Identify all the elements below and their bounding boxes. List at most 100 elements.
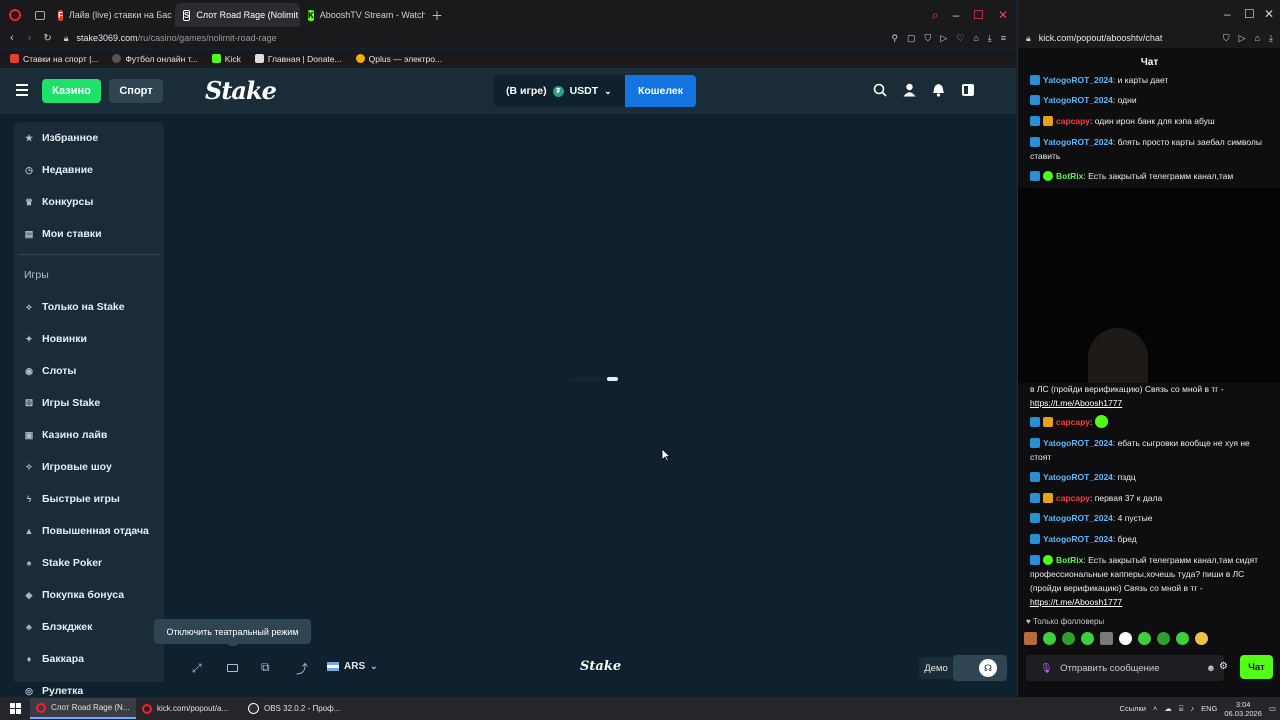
sidebar-toggle-icon[interactable] xyxy=(962,84,974,96)
chat-link[interactable]: https://t.me/Aboosh1777 xyxy=(1030,398,1122,408)
chat-username[interactable]: BotRix xyxy=(1056,171,1083,181)
search-icon[interactable] xyxy=(873,83,887,97)
currency-selector[interactable]: ARS ⌄ xyxy=(327,661,378,672)
chat-link[interactable]: https://t.me/Aboosh1777 xyxy=(1030,597,1122,607)
sidebar-item-roulette[interactable]: ◎ Рулетка xyxy=(14,675,164,697)
sidebar-item-contests[interactable]: ♛ Конкурсы xyxy=(14,186,164,218)
bookmark-1[interactable]: Ставки на спорт |... xyxy=(10,54,98,64)
sidebar-item-quick-games[interactable]: ϟ Быстрые игры xyxy=(14,483,164,515)
game-frame[interactable] xyxy=(175,114,1016,646)
stats-icon[interactable]: ⧉ xyxy=(261,660,270,675)
pin-icon[interactable]: ⚲ xyxy=(891,33,898,44)
workspaces-button[interactable] xyxy=(30,10,50,20)
notifications-icon[interactable]: ▭ xyxy=(1269,704,1276,713)
bookmark-2[interactable]: Футбол онлайн т... xyxy=(112,54,198,64)
chat-username[interactable]: YatogoROT_2024 xyxy=(1043,137,1113,147)
hamburger-menu-icon[interactable] xyxy=(16,84,28,96)
chat-username[interactable]: YatogoROT_2024 xyxy=(1043,75,1113,85)
minimize-button[interactable]: – xyxy=(952,8,959,22)
emote-icon[interactable] xyxy=(1062,632,1075,645)
fullscreen-icon[interactable]: ⤢ xyxy=(192,661,202,676)
minimize-button[interactable]: – xyxy=(1224,7,1231,21)
emote-icon[interactable] xyxy=(1138,632,1151,645)
shield-icon[interactable]: ⛉ xyxy=(1223,33,1230,44)
emote-icon[interactable] xyxy=(1157,632,1170,645)
emote-icon[interactable] xyxy=(1043,632,1056,645)
sidebar-item-new[interactable]: ✦ Новинки xyxy=(14,323,164,355)
clock[interactable]: 3:04 06.03.2026 xyxy=(1224,700,1262,718)
bookmark-3[interactable]: Kick xyxy=(211,54,241,64)
onedrive-icon[interactable]: ☁ xyxy=(1164,704,1172,713)
network-icon[interactable]: ⌸ xyxy=(1179,704,1184,714)
taskbar-item-kick[interactable]: kick.com/popout/a... xyxy=(136,698,242,719)
theatre-mode-icon[interactable] xyxy=(227,664,238,672)
taskbar-item-stake[interactable]: Слот Road Rage (N... xyxy=(30,698,136,719)
tab-stake[interactable]: S Слот Road Rage (Nolimit C xyxy=(175,3,300,27)
demo-toggle[interactable]: ☊ xyxy=(953,655,1007,681)
bookmark-4[interactable]: Главная | Donate... xyxy=(254,54,342,64)
emote-icon[interactable] xyxy=(1119,632,1132,645)
bookmark-5[interactable]: Qplus — электро... xyxy=(355,54,442,64)
sidebar-item-game-shows[interactable]: ✧ Игровые шоу xyxy=(14,451,164,483)
menu-icon[interactable]: ≡ xyxy=(1001,33,1006,44)
bell-icon[interactable] xyxy=(932,83,945,97)
chat-username[interactable]: YatogoROT_2024 xyxy=(1043,534,1113,544)
emoji-icon[interactable]: ☻ xyxy=(1206,663,1216,674)
chat-username[interactable]: YatogoROT_2024 xyxy=(1043,438,1113,448)
extensions-icon[interactable]: ⌂ xyxy=(1255,33,1260,44)
back-icon[interactable]: ‹ xyxy=(10,32,14,44)
chat-username[interactable]: capcapy xyxy=(1056,493,1090,503)
gear-icon[interactable]: ⚙ xyxy=(1219,661,1228,672)
close-button[interactable]: ✕ xyxy=(1264,7,1274,21)
microphone-icon[interactable]: 🎙︎ xyxy=(1040,663,1052,674)
sidebar-item-live-casino[interactable]: ▣ Казино лайв xyxy=(14,419,164,451)
chat-username[interactable]: YatogoROT_2024 xyxy=(1043,472,1113,482)
play-icon[interactable]: ▷ xyxy=(940,33,947,44)
sidebar-item-high-rtp[interactable]: ▲ Повышенная отдача xyxy=(14,515,164,547)
sport-button[interactable]: Спорт xyxy=(109,79,163,103)
sidebar-item-my-bets[interactable]: ▤ Мои ставки xyxy=(14,218,164,250)
sidebar-item-stake-poker[interactable]: ♠ Stake Poker xyxy=(14,547,164,579)
language-indicator[interactable]: ENG xyxy=(1201,704,1217,713)
chat-username[interactable]: YatogoROT_2024 xyxy=(1043,95,1113,105)
sidebar-item-baccarat[interactable]: ♦ Баккара xyxy=(14,643,164,675)
download-icon[interactable]: ⤓ xyxy=(988,33,992,44)
sidebar-item-recent[interactable]: ◷ Недавние xyxy=(14,154,164,186)
chat-username[interactable]: BotRix xyxy=(1056,555,1083,565)
volume-icon[interactable]: ♪ xyxy=(1190,704,1194,713)
stake-logo[interactable]: Stake xyxy=(205,76,277,105)
chat-username[interactable]: capcapy xyxy=(1056,417,1090,427)
tab-kick[interactable]: K AbooshTV Stream - Watch xyxy=(300,3,425,27)
sidebar-item-blackjack[interactable]: ♣ Блэкджек xyxy=(14,611,164,643)
play-icon[interactable]: ▷ xyxy=(1239,33,1246,44)
download-icon[interactable]: ⤓ xyxy=(1269,33,1273,44)
sidebar-item-bonus-buy[interactable]: ◈ Покупка бонуса xyxy=(14,579,164,611)
links-toolbar[interactable]: Ссылки xyxy=(1120,704,1146,713)
maximize-button[interactable]: ☐ xyxy=(973,8,984,22)
chevron-up-icon[interactable]: ˄ xyxy=(1153,704,1157,713)
extensions-icon[interactable]: ⌂ xyxy=(973,33,978,44)
snapshot-icon[interactable]: ▢ xyxy=(907,33,916,44)
sidebar-item-stake-only[interactable]: ⟡ Только на Stake xyxy=(14,291,164,323)
opera-menu-button[interactable] xyxy=(0,9,30,21)
casino-button[interactable]: Казино xyxy=(42,79,101,103)
chat-username[interactable]: YatogoROT_2024 xyxy=(1043,513,1113,523)
forward-icon[interactable]: › xyxy=(28,32,32,44)
emote-icon[interactable] xyxy=(1024,632,1037,645)
maximize-button[interactable]: ☐ xyxy=(1244,7,1255,21)
url-field[interactable]: stake3069.com/ru/casino/games/nolimit-ro… xyxy=(77,33,277,43)
sidebar-item-stake-games[interactable]: ⚄ Игры Stake xyxy=(14,387,164,419)
emote-icon[interactable] xyxy=(1195,632,1208,645)
tab-fonbet[interactable]: F Лайв (live) ставки на Бас xyxy=(50,3,175,27)
popout-icon[interactable]: ⤴ xyxy=(296,660,308,677)
sidebar-item-favorites[interactable]: ★ Избранное xyxy=(14,122,164,154)
user-icon[interactable] xyxy=(903,83,916,97)
new-tab-button[interactable]: ＋ xyxy=(431,7,443,24)
heart-icon[interactable]: ♡ xyxy=(956,33,964,44)
search-tabs-icon[interactable]: ⌕ xyxy=(932,8,939,23)
close-button[interactable]: ✕ xyxy=(998,8,1008,22)
reload-icon[interactable]: ↻ xyxy=(43,33,51,44)
chat-input[interactable]: 🎙︎ Отправить сообщение ☻ xyxy=(1026,655,1224,681)
send-chat-button[interactable]: Чат xyxy=(1240,655,1273,679)
url-field[interactable]: kick.com/popout/abooshtv/chat xyxy=(1039,33,1163,43)
